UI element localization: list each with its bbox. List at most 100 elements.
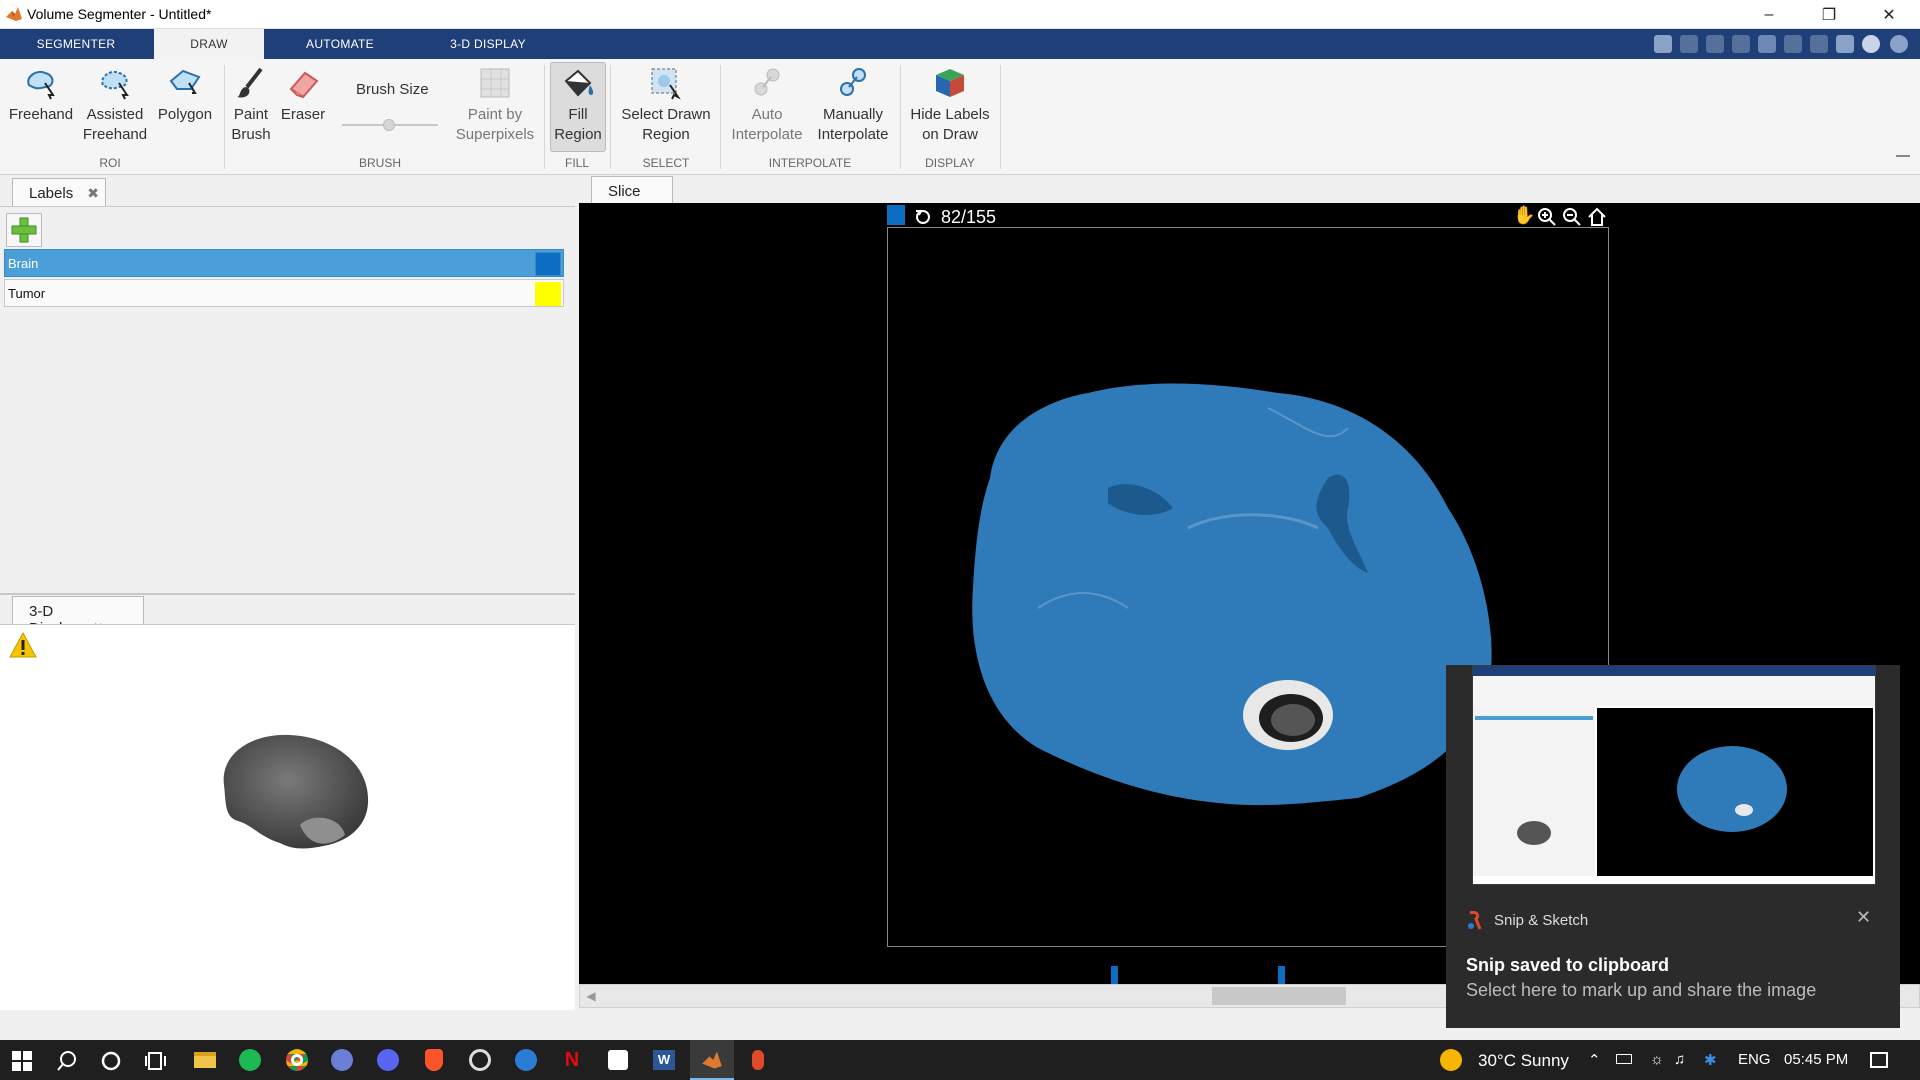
polygon-icon: [169, 69, 201, 94]
app-icon[interactable]: [330, 1048, 354, 1072]
close-tab-icon[interactable]: ✖: [87, 185, 99, 201]
add-label-button[interactable]: [6, 213, 42, 247]
discord-icon[interactable]: [376, 1048, 400, 1072]
action-center-icon[interactable]: [1870, 1052, 1888, 1068]
tab-3d-display[interactable]: 3-D DISPLAY: [430, 29, 546, 59]
brush-size-slider-thumb[interactable]: [383, 119, 395, 131]
minimize-button[interactable]: –: [1740, 0, 1798, 29]
chrome-icon[interactable]: [285, 1048, 309, 1072]
fill-region-button[interactable]: Fill Region: [550, 63, 606, 145]
thumb-ribbon: [1473, 676, 1875, 706]
slice-marker[interactable]: [1278, 966, 1285, 984]
3d-brain-render[interactable]: [210, 725, 375, 855]
tab-draw[interactable]: DRAW: [154, 29, 264, 59]
rotate-icon[interactable]: [914, 207, 932, 225]
labels-tab[interactable]: Labels ✖: [12, 178, 106, 206]
scroll-left-arrow[interactable]: ◀: [582, 987, 600, 1005]
show-hidden-icons[interactable]: ⌃: [1588, 1051, 1601, 1069]
thumb-label-bar: [1475, 716, 1593, 720]
eraser-icon: [289, 71, 319, 99]
hide-labels-on-draw-button[interactable]: Hide Labels on Draw: [904, 63, 996, 145]
overwatch-icon[interactable]: [468, 1048, 492, 1072]
select-drawn-region-button[interactable]: Select Drawn Region: [616, 63, 716, 145]
snip-body: Select here to mark up and share the ima…: [1466, 980, 1817, 1000]
close-button[interactable]: ✕: [1860, 0, 1918, 29]
auto-interpolate-button[interactable]: Auto Interpolate: [726, 63, 808, 145]
manually-interpolate-button[interactable]: Manually Interpolate: [810, 63, 896, 145]
pan-icon[interactable]: ✋: [1513, 205, 1535, 226]
tab-segmenter[interactable]: SEGMENTER: [0, 29, 152, 59]
weather-text[interactable]: 30°C Sunny: [1478, 1051, 1569, 1071]
brave-icon[interactable]: [422, 1048, 446, 1072]
windows-start-icon[interactable]: [12, 1051, 32, 1071]
slice-indicator: 82/155: [941, 207, 997, 227]
snip-app-name: Snip & Sketch: [1494, 912, 1589, 929]
label-item-brain[interactable]: Brain: [4, 249, 564, 277]
clock[interactable]: 05:45 PM: [1784, 1051, 1848, 1068]
home-icon[interactable]: [1587, 207, 1607, 227]
fill-bucket-icon: [564, 69, 594, 97]
help-icon[interactable]: [1862, 35, 1880, 53]
wifi-icon[interactable]: ☼: [1650, 1051, 1664, 1068]
matlab-taskbar-icon[interactable]: [701, 1049, 723, 1071]
label-color-swatch[interactable]: [535, 252, 561, 276]
app2-icon[interactable]: [514, 1048, 538, 1072]
file-explorer-icon[interactable]: [193, 1048, 217, 1072]
snip-taskbar-icon[interactable]: [746, 1048, 770, 1072]
separator: [544, 65, 545, 169]
slice-tab[interactable]: Slice: [591, 176, 673, 204]
language-indicator[interactable]: ENG: [1738, 1051, 1771, 1068]
snip-sketch-icon: [1468, 911, 1482, 930]
separator: [610, 65, 611, 169]
panel-divider[interactable]: [0, 593, 575, 595]
thumb-tumor: [1735, 804, 1753, 816]
weather-icon[interactable]: [1440, 1049, 1462, 1071]
redo-icon[interactable]: [1784, 35, 1802, 53]
label-name[interactable]: Tumor: [8, 286, 45, 301]
cut-icon[interactable]: [1680, 35, 1698, 53]
volume-icon[interactable]: ♫: [1674, 1051, 1685, 1068]
word-icon[interactable]: W: [652, 1048, 676, 1072]
notion-icon[interactable]: [606, 1048, 630, 1072]
label-name[interactable]: Brain: [8, 256, 38, 271]
zoom-in-icon[interactable]: [1537, 207, 1557, 227]
auto-interpolate-icon: [754, 68, 780, 96]
paint-brush-button[interactable]: Paint Brush: [226, 63, 276, 145]
warning-icon[interactable]: [8, 631, 38, 659]
tab-automate[interactable]: AUTOMATE: [280, 29, 400, 59]
cortana-icon[interactable]: [100, 1050, 122, 1072]
restore-button[interactable]: ❐: [1800, 0, 1858, 29]
collapse-ribbon-icon[interactable]: [1896, 155, 1910, 165]
netflix-icon[interactable]: N: [560, 1048, 584, 1072]
label-color-swatch[interactable]: [535, 282, 561, 306]
scrollbar-thumb[interactable]: [1212, 987, 1346, 1005]
save-icon[interactable]: [1654, 35, 1672, 53]
dismiss-notification-button[interactable]: ✕: [1856, 907, 1871, 928]
manual-interpolate-icon: [840, 68, 866, 96]
options-icon[interactable]: [1890, 35, 1908, 53]
slice-color-indicator: [887, 205, 905, 225]
snip-notification[interactable]: Snip & Sketch ✕ Snip saved to clipboard …: [1446, 665, 1900, 1028]
ribbon-tab-strip: SEGMENTER DRAW AUTOMATE 3-D DISPLAY: [0, 29, 1920, 59]
copy-icon[interactable]: [1706, 35, 1724, 53]
battery-icon[interactable]: [1616, 1054, 1632, 1064]
paint-by-superpixels-button[interactable]: Paint by Superpixels: [450, 63, 540, 145]
3d-display-tab[interactable]: 3-D Display✖: [12, 596, 144, 637]
label-item-tumor[interactable]: Tumor: [4, 279, 564, 307]
redo2-icon[interactable]: [1810, 35, 1828, 53]
freehand-button[interactable]: Freehand: [6, 63, 76, 125]
eraser-button[interactable]: Eraser: [278, 63, 328, 125]
slice-marker[interactable]: [1111, 966, 1118, 984]
search-icon[interactable]: [56, 1050, 78, 1072]
task-view-icon[interactable]: [145, 1050, 167, 1072]
paste-icon[interactable]: [1732, 35, 1750, 53]
dock-icon[interactable]: [1836, 35, 1854, 53]
polygon-button[interactable]: Polygon: [152, 63, 218, 125]
undo-icon[interactable]: [1758, 35, 1776, 53]
separator: [224, 65, 225, 169]
spotify-icon[interactable]: [238, 1048, 262, 1072]
assisted-freehand-button[interactable]: Assisted Freehand: [80, 63, 150, 145]
zoom-out-icon[interactable]: [1562, 207, 1582, 227]
snip-thumbnail[interactable]: [1472, 665, 1876, 885]
bluetooth-icon[interactable]: ✱: [1704, 1051, 1717, 1069]
